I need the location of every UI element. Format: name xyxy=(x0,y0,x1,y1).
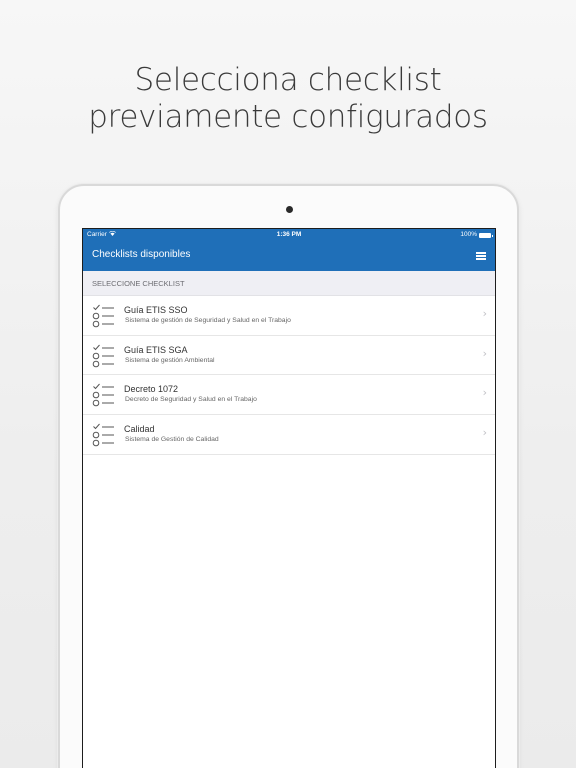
checklist-item-name: Decreto 1072 xyxy=(124,384,179,395)
chevron-right-icon: › xyxy=(482,307,487,320)
navigation-bar: Checklists disponibles xyxy=(83,241,495,271)
checklist-list: Guía ETIS SSO Sistema de gestión de Segu… xyxy=(83,296,495,455)
hamburger-menu-icon[interactable] xyxy=(476,252,486,260)
checklist-item-guia-etis-sso[interactable]: Guía ETIS SSO Sistema de gestión de Segu… xyxy=(83,296,495,336)
battery-status: 100% xyxy=(460,229,493,241)
chevron-right-icon: › xyxy=(482,426,487,440)
checklist-item-guia-etis-sga[interactable]: Guía ETIS SGA Sistema de gestión Ambient… xyxy=(83,335,495,376)
checklist-icon xyxy=(92,423,115,447)
section-header: SELECCIONE CHECKLIST xyxy=(83,271,495,296)
checklist-item-name: Guía ETIS SGA xyxy=(124,344,188,355)
headline-line-2: previamente configurados xyxy=(88,99,488,135)
checklist-item-description: Decreto de Seguridad y Salud en el Traba… xyxy=(125,396,257,404)
battery-icon xyxy=(479,232,493,238)
checklist-item-description: Sistema de gestión Ambiental xyxy=(125,356,215,364)
status-bar: Carrier 1:36 PM 100% xyxy=(83,229,495,241)
camera-dot xyxy=(286,206,293,213)
checklist-icon xyxy=(92,383,115,407)
checklist-item-decreto-1072[interactable]: Decreto 1072 Decreto de Seguridad y Salu… xyxy=(83,375,495,416)
checklist-item-name: Guía ETIS SSO xyxy=(124,305,188,315)
checklist-item-description: Sistema de gestión de Seguridad y Salud … xyxy=(125,317,291,324)
checklist-item-description: Sistema de Gestión de Calidad xyxy=(125,436,219,444)
checklist-item-name: Calidad xyxy=(124,424,155,435)
headline-line-1: Selecciona checklist xyxy=(134,62,442,98)
battery-percent: 100% xyxy=(460,231,477,238)
chevron-right-icon: › xyxy=(482,386,487,400)
chevron-right-icon: › xyxy=(482,346,487,360)
status-time: 1:36 PM xyxy=(276,231,302,238)
checklist-item-calidad[interactable]: Calidad Sistema de Gestión de Calidad › xyxy=(83,415,495,455)
marketing-headline: Selecciona checklist previamente configu… xyxy=(0,62,576,136)
nav-title: Checklists disponibles xyxy=(92,249,191,260)
app-screen: Carrier 1:36 PM 100% Checklists disponib… xyxy=(82,228,496,768)
checklist-icon xyxy=(92,304,115,328)
checklist-icon xyxy=(92,344,115,368)
tablet-frame: Carrier 1:36 PM 100% Checklists disponib… xyxy=(58,184,519,768)
